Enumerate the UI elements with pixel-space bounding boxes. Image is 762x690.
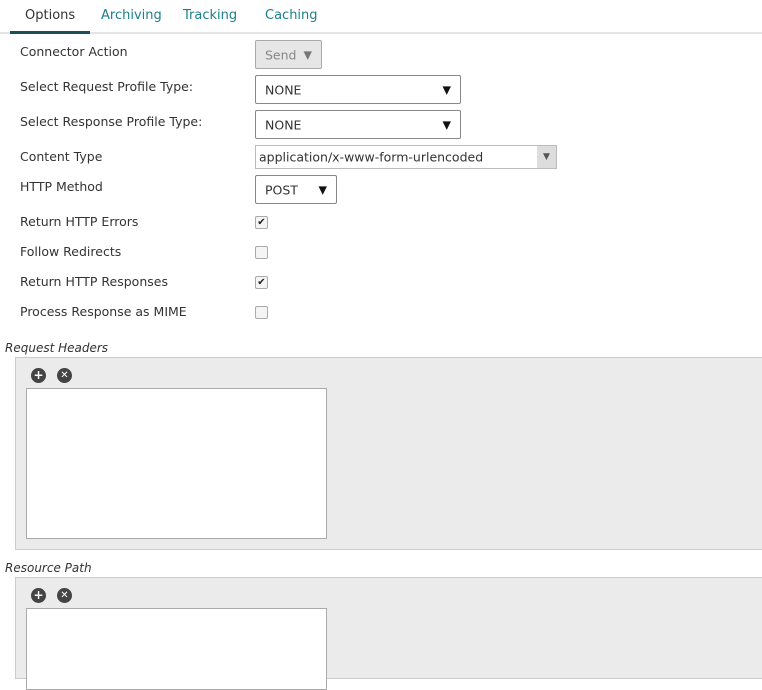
content-type-label: Content Type [20, 149, 103, 164]
content-type-select[interactable]: application/x-www-form-urlencoded ▼ [255, 145, 557, 169]
chevron-down-icon: ▼ [442, 83, 451, 96]
tab-divider [0, 32, 762, 34]
resource-path-list[interactable] [26, 608, 327, 690]
connector-action-label: Connector Action [20, 44, 128, 59]
tab-options[interactable]: Options [25, 8, 75, 23]
request-headers-heading: Request Headers [5, 341, 109, 355]
response-profile-label: Select Response Profile Type: [20, 114, 203, 129]
return-http-errors-label: Return HTTP Errors [20, 214, 139, 229]
http-method-label: HTTP Method [20, 179, 103, 194]
tab-tracking[interactable]: Tracking [183, 8, 237, 23]
process-mime-checkbox[interactable] [255, 306, 268, 319]
active-tab-indicator [10, 31, 90, 34]
chevron-down-icon: ▼ [537, 146, 556, 168]
return-http-errors-checkbox[interactable]: ✔ [255, 216, 268, 229]
chevron-down-icon: ▼ [303, 48, 312, 61]
process-mime-label: Process Response as MIME [20, 304, 187, 319]
add-icon[interactable]: + [31, 588, 46, 603]
return-http-responses-label: Return HTTP Responses [20, 274, 168, 289]
request-profile-value: NONE [265, 82, 302, 97]
follow-redirects-label: Follow Redirects [20, 244, 122, 259]
remove-icon[interactable]: ✕ [57, 368, 72, 383]
tab-archiving[interactable]: Archiving [101, 8, 162, 23]
response-profile-select[interactable]: NONE ▼ [255, 110, 461, 139]
chevron-down-icon: ▼ [318, 183, 327, 196]
chevron-down-icon: ▼ [442, 118, 451, 131]
request-headers-list[interactable] [26, 388, 327, 539]
content-type-value: application/x-www-form-urlencoded [259, 149, 484, 165]
connector-action-select[interactable]: Send ▼ [255, 40, 322, 69]
request-profile-select[interactable]: NONE ▼ [255, 75, 461, 104]
tab-caching[interactable]: Caching [265, 8, 318, 23]
return-http-responses-checkbox[interactable]: ✔ [255, 276, 268, 289]
request-profile-label: Select Request Profile Type: [20, 79, 194, 94]
connector-action-value: Send [265, 47, 297, 62]
follow-redirects-checkbox[interactable] [255, 246, 268, 259]
remove-icon[interactable]: ✕ [57, 588, 72, 603]
resource-path-heading: Resource Path [5, 561, 92, 575]
http-method-select[interactable]: POST ▼ [255, 175, 337, 204]
http-method-value: POST [265, 182, 298, 197]
response-profile-value: NONE [265, 117, 302, 132]
add-icon[interactable]: + [31, 368, 46, 383]
